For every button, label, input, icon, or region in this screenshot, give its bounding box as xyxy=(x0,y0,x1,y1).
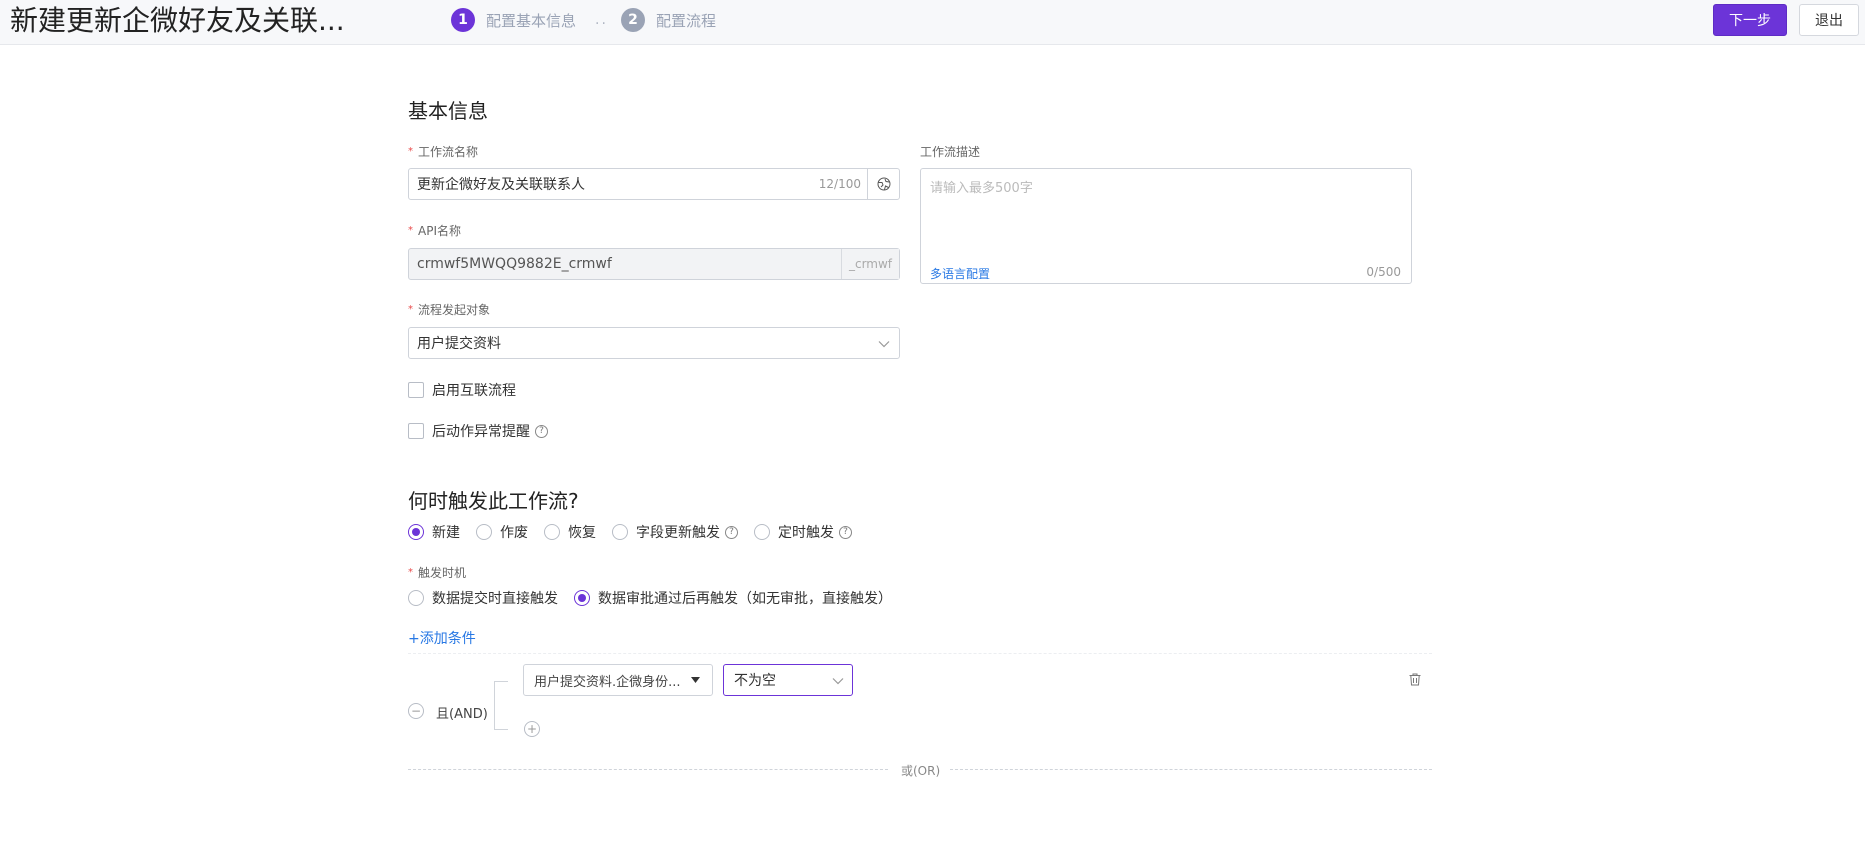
step-label: 配置基本信息 xyxy=(486,11,577,30)
radio-label: 恢复 xyxy=(568,525,596,541)
radio[interactable] xyxy=(408,524,424,540)
description-label: 工作流描述 xyxy=(920,145,981,159)
radio[interactable] xyxy=(612,524,628,540)
page-title: 新建更新企微好友及关联... xyxy=(10,4,345,37)
logic-bracket-line xyxy=(494,681,495,729)
multi-language-link[interactable]: 多语言配置 xyxy=(930,265,990,282)
radio-label: 字段更新触发 xyxy=(636,525,720,541)
required-mark: * xyxy=(408,146,413,157)
radio[interactable] xyxy=(476,524,492,540)
required-mark: * xyxy=(408,304,413,315)
timing-on-submit[interactable]: 数据提交时直接触发 xyxy=(408,588,558,608)
radio-label: 数据提交时直接触发 xyxy=(432,591,558,607)
or-divider-left xyxy=(408,769,888,770)
add-sub-condition-button[interactable]: + xyxy=(524,721,540,737)
description-counter: 0/500 xyxy=(1366,265,1401,279)
help-icon[interactable]: ? xyxy=(725,525,738,539)
checkbox-label: 后动作异常提醒 xyxy=(432,424,530,440)
multi-language-button[interactable] xyxy=(867,169,899,199)
radio-label: 新建 xyxy=(432,525,460,541)
checkbox-label: 启用互联流程 xyxy=(432,383,516,399)
description-placeholder: 请输入最多500字 xyxy=(930,181,1033,196)
post-action-alert-checkbox[interactable]: 后动作异常提醒 ? xyxy=(408,421,548,441)
or-label: 或(OR) xyxy=(901,764,941,778)
add-condition-link[interactable]: +添加条件 xyxy=(408,628,476,648)
trigger-object-select[interactable]: 用户提交资料 xyxy=(408,327,900,359)
description-textarea[interactable]: 请输入最多500字 多语言配置 0/500 xyxy=(920,168,1412,284)
chevron-down-icon xyxy=(832,678,844,685)
condition-field-select[interactable]: 用户提交资料.企微身份... xyxy=(523,664,713,696)
help-icon[interactable]: ? xyxy=(839,525,852,539)
trigger-timing-label: * 触发时机 xyxy=(408,566,467,580)
step-number: 2 xyxy=(621,8,645,32)
step-basic-info[interactable]: 1 配置基本信息 xyxy=(451,8,576,32)
checkbox[interactable] xyxy=(408,423,424,439)
required-mark: * xyxy=(408,567,413,578)
trigger-timing-group: 数据提交时直接触发 数据审批通过后再触发（如无审批，直接触发） xyxy=(408,588,908,608)
radio-label: 定时触发 xyxy=(778,525,834,541)
trigger-type-field-update[interactable]: 字段更新触发 ? xyxy=(612,522,738,542)
basic-info-title: 基本信息 xyxy=(408,99,488,123)
divider xyxy=(408,653,1432,654)
workflow-name-value: 更新企微好友及关联联系人 xyxy=(417,177,585,193)
logic-bracket-top xyxy=(494,681,508,682)
condition-operator-select[interactable]: 不为空 xyxy=(723,664,853,696)
help-icon[interactable]: ? xyxy=(535,424,548,438)
caret-down-icon xyxy=(691,677,700,683)
enable-interconnect-checkbox[interactable]: 启用互联流程 xyxy=(408,380,516,400)
trigger-type-scheduled[interactable]: 定时触发 ? xyxy=(754,522,852,542)
trigger-type-void[interactable]: 作废 xyxy=(476,522,528,542)
step-separator: .. xyxy=(595,12,608,28)
remove-group-button[interactable]: − xyxy=(408,703,424,719)
radio[interactable] xyxy=(574,590,590,606)
step-number: 1 xyxy=(451,8,475,32)
radio[interactable] xyxy=(754,524,770,540)
api-name-suffix: _crmwf xyxy=(841,249,899,279)
api-name-input: crmwf5MWQQ9882E_crmwf _crmwf xyxy=(408,248,900,280)
top-bar: 新建更新企微好友及关联... 1 配置基本信息 .. 2 配置流程 下一步 退出 xyxy=(0,0,1865,45)
logic-and-label: 且(AND) xyxy=(436,707,488,722)
step-label: 配置流程 xyxy=(656,11,717,30)
radio-label: 数据审批通过后再触发（如无审批，直接触发） xyxy=(598,591,892,607)
trigger-type-create[interactable]: 新建 xyxy=(408,522,460,542)
trigger-object-label: * 流程发起对象 xyxy=(408,303,491,317)
chevron-down-icon xyxy=(878,341,890,348)
timing-after-approval[interactable]: 数据审批通过后再触发（如无审批，直接触发） xyxy=(574,588,892,608)
api-name-label: * API名称 xyxy=(408,224,461,238)
api-name-value: crmwf5MWQQ9882E_crmwf xyxy=(417,256,612,272)
required-mark: * xyxy=(408,225,413,236)
trash-icon[interactable] xyxy=(1409,673,1421,686)
radio[interactable] xyxy=(544,524,560,540)
checkbox[interactable] xyxy=(408,382,424,398)
globe-icon xyxy=(877,177,890,191)
radio-label: 作废 xyxy=(500,525,528,541)
logic-bracket-bottom xyxy=(494,729,508,730)
workflow-name-counter: 12/100 xyxy=(818,177,861,191)
trigger-section-title: 何时触发此工作流? xyxy=(408,489,579,513)
radio[interactable] xyxy=(408,590,424,606)
condition-field-value: 用户提交资料.企微身份... xyxy=(534,674,681,690)
condition-operator-value: 不为空 xyxy=(734,673,776,689)
trigger-type-group: 新建 作废 恢复 字段更新触发 ? 定时触发 ? xyxy=(408,522,868,542)
trigger-type-restore[interactable]: 恢复 xyxy=(544,522,596,542)
workflow-name-input[interactable]: 更新企微好友及关联联系人 12/100 xyxy=(408,168,900,200)
or-divider-right xyxy=(950,769,1432,770)
exit-button[interactable]: 退出 xyxy=(1799,4,1859,36)
trigger-object-value: 用户提交资料 xyxy=(417,336,501,352)
next-step-button[interactable]: 下一步 xyxy=(1713,4,1787,36)
step-configure-flow[interactable]: 2 配置流程 xyxy=(621,8,716,32)
workflow-name-label: * 工作流名称 xyxy=(408,145,479,159)
